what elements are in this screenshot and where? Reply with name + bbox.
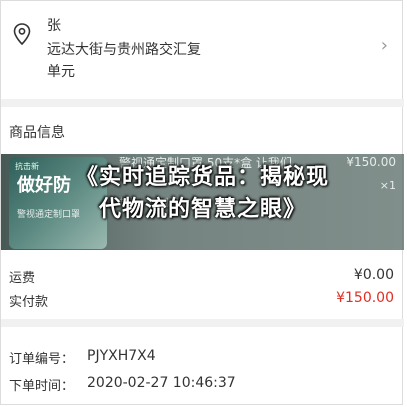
shipping-value: ¥0.00 — [353, 267, 394, 283]
paid-value: ¥150.00 — [336, 290, 394, 306]
address-name: 张 — [47, 18, 61, 34]
address-unit: 单元 — [47, 64, 75, 80]
order-number-value: PJYXH7X4 — [87, 348, 156, 364]
paid-label: 实付款 — [9, 295, 49, 310]
location-pin-icon — [13, 23, 31, 45]
order-time-value: 2020-02-27 10:46:37 — [87, 375, 236, 391]
headline-line-2: 代物流的智慧之眼》 — [98, 197, 306, 222]
order-time-label: 下单时间： — [9, 379, 75, 394]
divider — [1, 99, 404, 107]
chevron-right-icon[interactable]: › — [381, 35, 388, 56]
order-number-label: 订单编号： — [9, 352, 75, 367]
order-card: 张 远达大街与贵州路交汇复 单元 › 商品信息 抗击新 做好防 警视通定制口罩 … — [0, 0, 404, 405]
divider — [1, 319, 404, 327]
headline-line-1: 《实时追踪货品：揭秘现 — [75, 165, 329, 190]
address-street: 远达大街与贵州路交汇复 — [47, 42, 201, 58]
shipping-label: 运费 — [9, 271, 36, 286]
headline-text: 《实时追踪货品：揭秘现 代物流的智慧之眼》 — [1, 162, 404, 226]
goods-section-title: 商品信息 — [9, 125, 65, 141]
